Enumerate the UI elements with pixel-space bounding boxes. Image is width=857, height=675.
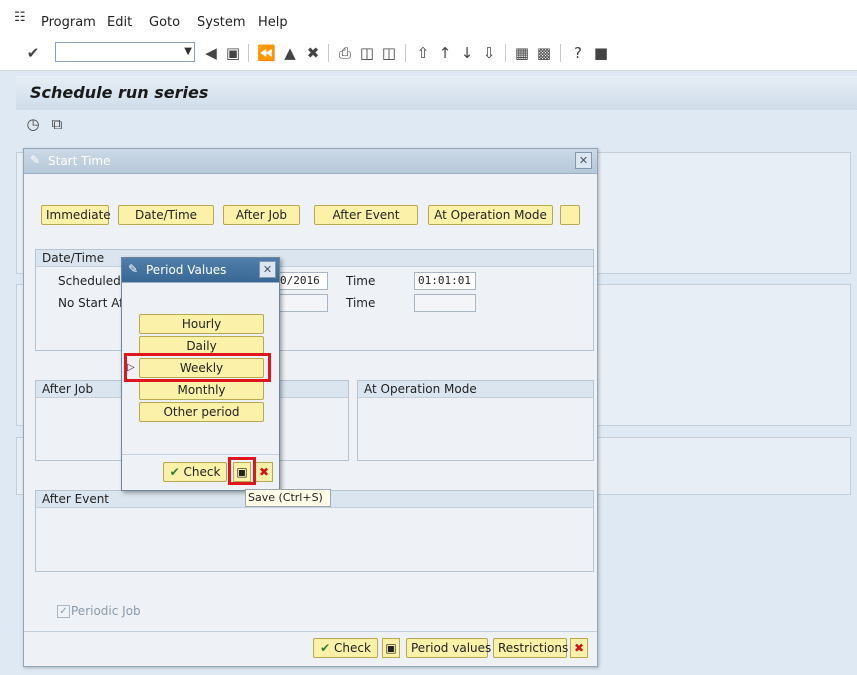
command-input[interactable]	[58, 44, 180, 62]
more-button[interactable]	[560, 205, 580, 225]
copy-icon[interactable]: ⧉	[48, 115, 66, 133]
save-icon: ▣	[385, 641, 397, 655]
dialog-icon: ✎	[128, 262, 139, 276]
check-icon: ✔	[320, 641, 331, 655]
last-page-icon[interactable]: ⇩	[480, 44, 498, 62]
cancel-button[interactable]: ✖	[570, 638, 588, 658]
check-label: Check	[333, 641, 371, 655]
start-time-dialog: ✎ Start Time ✕ Immediate Date/Time After…	[23, 148, 598, 667]
check-label: Check	[183, 465, 221, 479]
dialog-header: ✎ Period Values ✕	[122, 258, 279, 283]
save-tooltip: Save (Ctrl+S)	[245, 489, 331, 507]
menu-system[interactable]: System	[197, 15, 245, 30]
create-session-icon[interactable]: ▦	[513, 44, 531, 62]
back-arrow-icon[interactable]: ◀	[202, 44, 220, 62]
other-period-button[interactable]: Other period	[139, 402, 264, 422]
cancel-icon[interactable]: ✖	[304, 44, 322, 62]
no-start-after-label: No Start Af	[58, 296, 124, 310]
checkbox-box[interactable]: ✓	[57, 605, 70, 618]
check-button[interactable]: ✔ Check	[313, 638, 378, 658]
dialog-title: Period Values	[146, 263, 227, 277]
menu-edit[interactable]: Edit	[107, 15, 132, 30]
back-icon[interactable]: ⏪	[257, 44, 276, 62]
help-icon[interactable]: ?	[569, 44, 587, 62]
standard-toolbar: ✔ ▼ ◀ ▣ ⏪ ▲ ✖ ⎙ ◫ ◫ ⇧ ↑ ↓ ⇩ ▦ ▩ ? ■	[0, 38, 857, 71]
at-operation-mode-button[interactable]: At Operation Mode	[428, 205, 553, 225]
hourly-button[interactable]: Hourly	[139, 314, 264, 334]
print-icon[interactable]: ⎙	[336, 44, 354, 62]
first-page-icon[interactable]: ⇧	[414, 44, 432, 62]
periodic-job-label: Periodic Job	[71, 604, 141, 618]
toolbar-separator	[248, 44, 249, 62]
monthly-button[interactable]: Monthly	[139, 380, 264, 400]
save-icon[interactable]: ▣	[224, 44, 242, 62]
scheduled-time-field[interactable]: 01:01:01	[414, 272, 476, 290]
check-icon: ✔	[169, 465, 180, 479]
time-label: Time	[346, 274, 376, 288]
menu-help[interactable]: Help	[258, 15, 288, 30]
group-title: Date/Time	[36, 250, 593, 267]
after-event-button[interactable]: After Event	[314, 205, 418, 225]
dialog-icon: ✎	[30, 153, 41, 167]
enter-icon[interactable]: ✔	[24, 44, 42, 62]
cancel-icon: ✖	[573, 641, 585, 655]
after-job-button[interactable]: After Job	[223, 205, 300, 225]
menu-bar: ☷ Program Edit Goto System Help	[0, 0, 857, 38]
dialog-title: Start Time	[48, 154, 111, 168]
datetime-group: Date/Time Scheduled S 0/2016 Time 01:01:…	[35, 249, 594, 351]
weekly-highlight	[124, 353, 271, 382]
exit-icon[interactable]: ▲	[281, 44, 299, 62]
footer-separator	[122, 454, 279, 455]
footer-separator	[24, 631, 597, 632]
immediate-button[interactable]: Immediate	[41, 205, 111, 225]
chevron-down-icon[interactable]: ▼	[184, 43, 192, 61]
previous-page-icon[interactable]: ↑	[436, 44, 454, 62]
command-field[interactable]: ▼	[55, 42, 195, 62]
save-highlight	[228, 457, 256, 485]
clock-icon[interactable]: ◷	[24, 115, 42, 133]
no-start-date-field[interactable]	[276, 294, 328, 312]
toolbar-separator	[505, 44, 506, 62]
restrictions-button[interactable]: Restrictions	[493, 638, 568, 658]
dialog-header: ✎ Start Time ✕	[24, 149, 597, 174]
save-button[interactable]: ▣	[382, 638, 400, 658]
time-label-2: Time	[346, 296, 376, 310]
find-next-icon[interactable]: ◫	[380, 44, 398, 62]
toolbar-separator	[405, 44, 406, 62]
period-values-button[interactable]: Period values	[406, 638, 491, 658]
shortcut-icon[interactable]: ▩	[535, 44, 553, 62]
scheduled-date-field[interactable]: 0/2016	[276, 272, 328, 290]
cancel-button[interactable]: ✖	[255, 462, 273, 482]
group-title: At Operation Mode	[358, 381, 593, 398]
toolbar-separator	[560, 44, 561, 62]
menu-goto[interactable]: Goto	[149, 15, 180, 30]
next-page-icon[interactable]: ↓	[458, 44, 476, 62]
datetime-button[interactable]: Date/Time	[118, 205, 214, 225]
toolbar-separator	[328, 44, 329, 62]
op-mode-group: At Operation Mode	[357, 380, 594, 461]
customize-layout-icon[interactable]: ■	[592, 44, 610, 62]
close-icon[interactable]: ✕	[575, 152, 592, 169]
title-bar: Schedule run series	[16, 76, 857, 110]
check-button[interactable]: ✔ Check	[163, 462, 227, 482]
no-start-time-field[interactable]	[414, 294, 476, 312]
page-title: Schedule run series	[30, 83, 209, 102]
close-icon[interactable]: ✕	[259, 261, 276, 278]
find-icon[interactable]: ◫	[358, 44, 376, 62]
menu-program[interactable]: Program	[41, 15, 96, 30]
cancel-icon: ✖	[258, 465, 270, 479]
application-toolbar: ◷ ⧉	[16, 110, 857, 140]
menu-icon[interactable]: ☷	[14, 10, 28, 25]
